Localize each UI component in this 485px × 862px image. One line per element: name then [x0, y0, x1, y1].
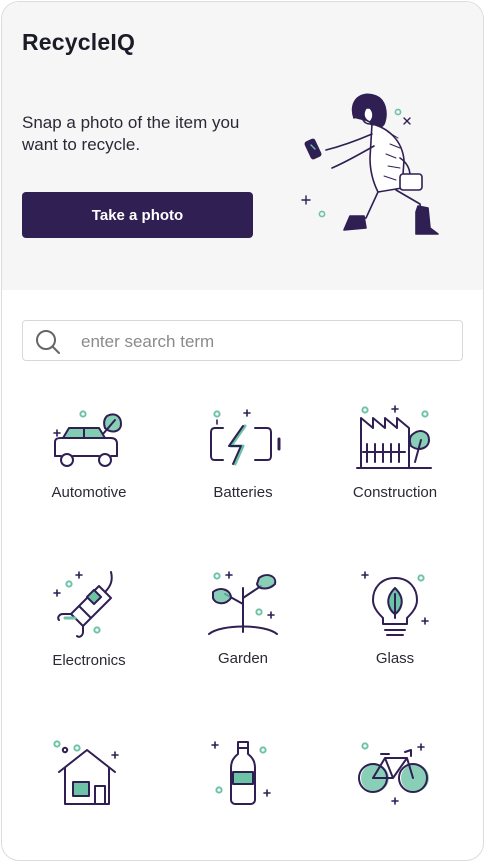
category-label: Construction: [352, 484, 438, 501]
lightbulb-icon: [361, 571, 429, 636]
bicycle-icon: [358, 742, 429, 805]
category-label: Batteries: [213, 484, 273, 501]
plant-icon: [208, 571, 278, 635]
category-household[interactable]: [14, 738, 164, 820]
category-label: Electronics: [52, 652, 126, 669]
category-batteries[interactable]: Batteries: [168, 404, 318, 501]
category-label: Glass: [375, 650, 415, 667]
category-label: Garden: [217, 650, 269, 667]
category-garden[interactable]: Garden: [168, 568, 318, 667]
hero-tagline: Snap a photo of the item you want to rec…: [22, 113, 240, 154]
category-glass[interactable]: Glass: [320, 568, 470, 667]
hero-section: RecycleIQ Snap a photo of the item you w…: [2, 2, 483, 290]
category-automotive[interactable]: Automotive: [14, 404, 164, 501]
category-electronics[interactable]: Electronics: [14, 570, 164, 669]
search-input[interactable]: [79, 327, 453, 357]
plug-icon: [53, 571, 113, 638]
take-photo-button[interactable]: Take a photo: [22, 192, 253, 238]
factory-icon: [356, 405, 432, 469]
house-icon: [53, 740, 119, 805]
car-leaf-icon: [53, 410, 122, 467]
bottle-icon: [211, 741, 271, 805]
category-label: Automotive: [51, 484, 127, 501]
app-frame: RecycleIQ Snap a photo of the item you w…: [1, 1, 484, 861]
category-construction[interactable]: Construction: [320, 404, 470, 501]
battery-icon: [210, 409, 281, 466]
app-title: RecycleIQ: [22, 29, 136, 55]
woman-taking-photo-illustration: [301, 93, 439, 235]
category-bicycles[interactable]: [320, 738, 470, 820]
category-plastic[interactable]: [168, 738, 318, 820]
search-icon: [36, 330, 60, 354]
search-box[interactable]: [22, 320, 463, 361]
